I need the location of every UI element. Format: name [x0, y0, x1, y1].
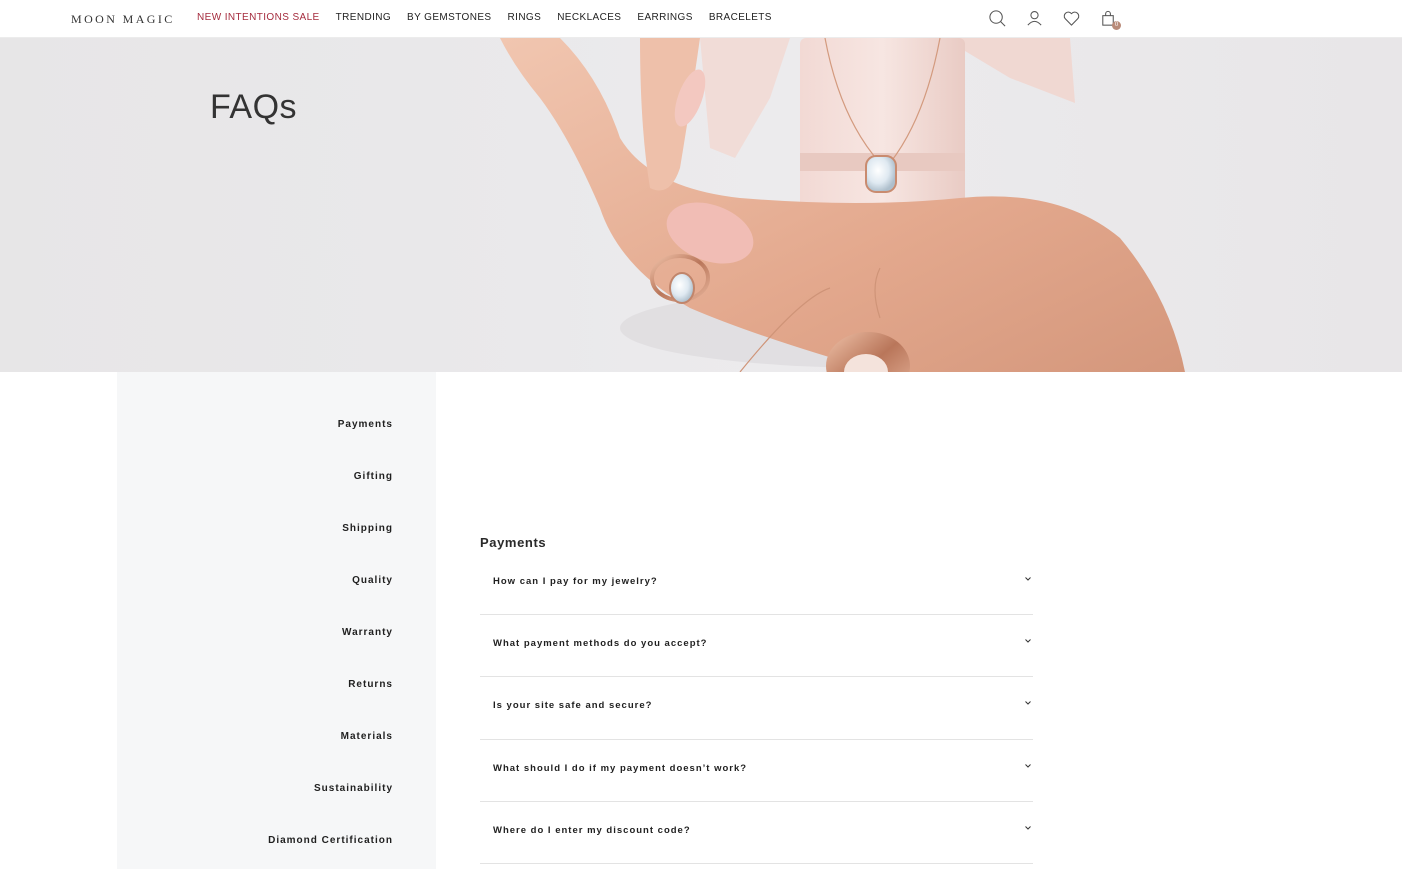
sidebar-item-materials[interactable]: Materials [341, 731, 393, 742]
faq-item[interactable]: Where do I enter my discount code? [480, 802, 1033, 864]
faq-item[interactable]: What should I do if my payment doesn’t w… [480, 740, 1033, 802]
cart-count-badge: 0 [1112, 21, 1121, 30]
nav-bracelets[interactable]: BRACELETS [709, 12, 772, 23]
sidebar-item-warranty[interactable]: Warranty [342, 627, 393, 638]
site-logo[interactable]: MOON MAGIC [71, 12, 175, 27]
faq-accordion: How can I pay for my jewelry? What payme… [480, 553, 1033, 864]
nav-trending[interactable]: TRENDING [336, 12, 391, 23]
sidebar-item-shipping[interactable]: Shipping [342, 523, 393, 534]
faq-question: How can I pay for my jewelry? [493, 576, 658, 587]
chevron-down-icon [1025, 639, 1031, 643]
page-title: FAQs [210, 88, 298, 126]
faq-question: What payment methods do you accept? [493, 638, 708, 650]
sidebar-item-gifting[interactable]: Gifting [354, 471, 393, 482]
main-nav: NEW INTENTIONS SALE TRENDING BY GEMSTONE… [197, 12, 772, 23]
faq-question: Where do I enter my discount code? [493, 824, 691, 836]
nav-earrings[interactable]: EARRINGS [637, 12, 692, 23]
faq-question: What should I do if my payment doesn’t w… [493, 762, 748, 774]
nav-necklaces[interactable]: NECKLACES [557, 12, 621, 23]
sidebar-item-returns[interactable]: Returns [348, 679, 393, 690]
sidebar-item-sustainability[interactable]: Sustainability [314, 783, 393, 794]
top-navigation-bar: MOON MAGIC NEW INTENTIONS SALE TRENDING … [0, 0, 1402, 38]
faq-category-sidebar: Payments Gifting Shipping Quality Warran… [117, 372, 436, 869]
faq-item[interactable]: Is your site safe and secure? [480, 677, 1033, 740]
header-icons: 0 [988, 9, 1121, 30]
wishlist-heart-icon[interactable] [1062, 9, 1081, 28]
faq-section-heading: Payments [480, 535, 547, 550]
faq-item[interactable]: What payment methods do you accept? [480, 615, 1033, 678]
sidebar-item-quality[interactable]: Quality [352, 575, 393, 586]
search-icon[interactable] [988, 9, 1007, 28]
chevron-down-icon [1025, 577, 1031, 581]
hero-banner: FAQs [0, 38, 1402, 372]
nav-new-intentions-sale[interactable]: NEW INTENTIONS SALE [197, 12, 320, 23]
chevron-down-icon [1025, 763, 1031, 768]
nav-by-gemstones[interactable]: BY GEMSTONES [407, 12, 491, 23]
account-icon[interactable] [1025, 9, 1044, 28]
chevron-down-icon [1025, 825, 1031, 830]
faq-question: Is your site safe and secure? [493, 700, 653, 712]
cart-button[interactable]: 0 [1099, 9, 1121, 30]
sidebar-item-payments[interactable]: Payments [338, 419, 393, 430]
sidebar-item-diamond-certification[interactable]: Diamond Certification [268, 835, 393, 846]
chevron-down-icon [1025, 701, 1031, 706]
faq-item[interactable]: How can I pay for my jewelry? [480, 553, 1033, 616]
nav-rings[interactable]: RINGS [508, 12, 542, 23]
